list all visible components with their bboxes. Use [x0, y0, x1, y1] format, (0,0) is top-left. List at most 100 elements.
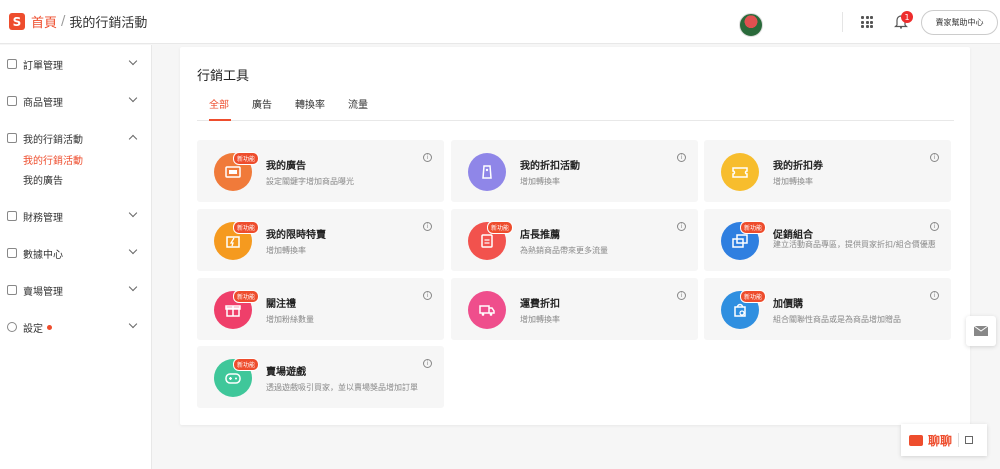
tool-name: 我的廣告	[266, 161, 306, 172]
sidebar-item-marketing[interactable]: 我的行銷活動	[0, 128, 151, 148]
voucher-icon	[721, 153, 759, 191]
product-icon	[7, 96, 17, 106]
breadcrumb: 首頁 / 我的行銷活動	[31, 12, 147, 31]
chevron-down-icon	[128, 245, 138, 255]
chart-icon	[7, 248, 17, 258]
sidebar-item-label: 設定	[23, 323, 43, 335]
tool-description: 為熱銷商品帶來更多流量	[520, 246, 608, 255]
tool-name: 我的折扣活動	[520, 161, 580, 172]
tab-all[interactable]: 全部	[209, 96, 231, 121]
header-divider	[842, 12, 843, 32]
tab-bar: 全部 廣告 轉換率 流量	[197, 90, 954, 121]
tool-description: 增加粉絲數量	[266, 315, 314, 324]
new-feature-badge: 新功能	[487, 221, 514, 234]
order-icon	[7, 59, 17, 69]
avatar[interactable]	[739, 13, 763, 37]
chat-icon	[909, 434, 923, 446]
tool-description: 增加轉換率	[520, 315, 560, 324]
sidebar-item-finance[interactable]: 財務管理	[0, 206, 151, 226]
tool-card-shipping-discount[interactable]: 運費折扣 增加轉換率 i	[451, 278, 698, 340]
breadcrumb-home[interactable]: 首頁	[31, 12, 57, 31]
tool-card-my-ads[interactable]: 新功能 我的廣告 設定關鍵字增加商品曝光 i	[197, 140, 444, 202]
tool-name: 我的限時特賣	[266, 230, 326, 241]
chat-label: 聊聊	[928, 433, 953, 448]
info-icon[interactable]: i	[423, 359, 432, 368]
tool-card-follow-prize[interactable]: 新功能 關注禮 增加粉絲數量 i	[197, 278, 444, 340]
notification-dot	[47, 324, 52, 330]
chevron-down-icon	[128, 282, 138, 292]
tool-description: 組合關聯性商品或是為商品增加贈品	[773, 315, 901, 324]
tool-name: 我的折扣券	[773, 161, 823, 172]
chat-widget[interactable]: 聊聊	[901, 424, 987, 456]
tool-description: 增加轉換率	[520, 177, 560, 186]
sidebar-subitem-marketing-activities[interactable]: 我的行銷活動	[23, 152, 83, 167]
new-feature-badge: 新功能	[233, 358, 260, 371]
tool-name: 關注禮	[266, 299, 296, 310]
info-icon[interactable]: i	[930, 153, 939, 162]
tool-description: 增加轉換率	[266, 246, 306, 255]
sidebar-item-label: 訂單管理	[23, 60, 63, 72]
minimize-icon[interactable]	[965, 436, 974, 444]
new-feature-badge: 新功能	[740, 290, 767, 303]
tool-card-add-on-deal[interactable]: 新功能 加價購 組合關聯性商品或是為商品增加贈品 i	[704, 278, 951, 340]
apps-grid-icon[interactable]	[861, 16, 873, 28]
discount-tag-icon	[468, 153, 506, 191]
chevron-down-icon	[128, 93, 138, 103]
notification-badge: 1	[901, 11, 913, 23]
new-feature-badge: 新功能	[740, 221, 767, 234]
seller-help-center-button[interactable]: 賣家幫助中心	[921, 10, 998, 35]
tool-description: 透過遊戲吸引買家，並以賣場獎品增加訂單	[266, 383, 418, 392]
info-icon[interactable]: i	[677, 291, 686, 300]
sidebar-item-data-center[interactable]: 數據中心	[0, 243, 151, 263]
tool-card-top-picks[interactable]: 新功能 店長推薦 為熱銷商品帶來更多流量 i	[451, 209, 698, 271]
tool-description: 增加轉換率	[773, 177, 813, 186]
tool-name: 運費折扣	[520, 299, 560, 310]
info-icon[interactable]: i	[677, 153, 686, 162]
breadcrumb-current: 我的行銷活動	[69, 16, 148, 31]
tool-description: 設定關鍵字增加商品曝光	[266, 177, 354, 186]
info-icon[interactable]: i	[930, 291, 939, 300]
tag-icon	[7, 133, 17, 143]
tab-ads[interactable]: 廣告	[252, 96, 272, 121]
tool-card-flash-sale[interactable]: 新功能 我的限時特賣 增加轉換率 i	[197, 209, 444, 271]
info-icon[interactable]: i	[423, 153, 432, 162]
breadcrumb-separator: /	[61, 14, 66, 29]
info-icon[interactable]: i	[423, 291, 432, 300]
sidebar-item-label: 財務管理	[23, 212, 63, 224]
top-header: S 首頁 / 我的行銷活動 1 賣家幫助中心	[0, 0, 1000, 44]
tool-card-discount[interactable]: 我的折扣活動 增加轉換率 i	[451, 140, 698, 202]
info-icon[interactable]: i	[930, 222, 939, 231]
truck-icon	[468, 291, 506, 329]
info-icon[interactable]: i	[677, 222, 686, 231]
sidebar-item-label: 數據中心	[23, 249, 63, 261]
new-feature-badge: 新功能	[233, 152, 260, 165]
sidebar-item-shop[interactable]: 賣場管理	[0, 280, 151, 300]
tool-card-shop-game[interactable]: 新功能 賣場遊戲 透過遊戲吸引買家，並以賣場獎品增加訂單 i	[197, 346, 444, 408]
page-title: 行銷工具	[197, 69, 250, 84]
chevron-down-icon	[128, 208, 138, 218]
chat-divider	[958, 433, 960, 447]
shopee-logo[interactable]: S	[9, 13, 25, 30]
new-feature-badge: 新功能	[233, 221, 260, 234]
inbox-icon	[973, 325, 989, 336]
tool-description: 建立活動商品專區，提供買家折扣/組合價優惠	[773, 240, 936, 249]
tab-conversion[interactable]: 轉換率	[295, 96, 325, 121]
new-feature-badge: 新功能	[233, 290, 260, 303]
sidebar-item-settings[interactable]: 設定	[0, 317, 151, 337]
sidebar-item-label: 賣場管理	[23, 286, 63, 298]
gear-icon	[7, 322, 17, 332]
sidebar: 訂單管理 商品管理 我的行銷活動 我的行銷活動 我的廣告 財務管理 數據中心 賣…	[0, 45, 152, 469]
sidebar-item-label: 我的行銷活動	[23, 134, 83, 146]
tab-traffic[interactable]: 流量	[348, 96, 368, 121]
sidebar-item-label: 商品管理	[23, 97, 63, 109]
tool-card-voucher[interactable]: 我的折扣券 增加轉換率 i	[704, 140, 951, 202]
marketing-tools-panel: 行銷工具 全部 廣告 轉換率 流量 新功能 我的廣告 設定關鍵字增加商品曝光 i…	[180, 47, 970, 425]
shop-icon	[7, 285, 17, 295]
sidebar-item-orders[interactable]: 訂單管理	[0, 54, 151, 74]
message-float-button[interactable]	[966, 316, 996, 346]
sidebar-subitem-my-ads[interactable]: 我的廣告	[23, 172, 63, 187]
chevron-up-icon	[128, 134, 138, 144]
info-icon[interactable]: i	[423, 222, 432, 231]
sidebar-item-products[interactable]: 商品管理	[0, 91, 151, 111]
tool-card-bundle-deal[interactable]: 新功能 促銷組合 建立活動商品專區，提供買家折扣/組合價優惠 i	[704, 209, 951, 271]
